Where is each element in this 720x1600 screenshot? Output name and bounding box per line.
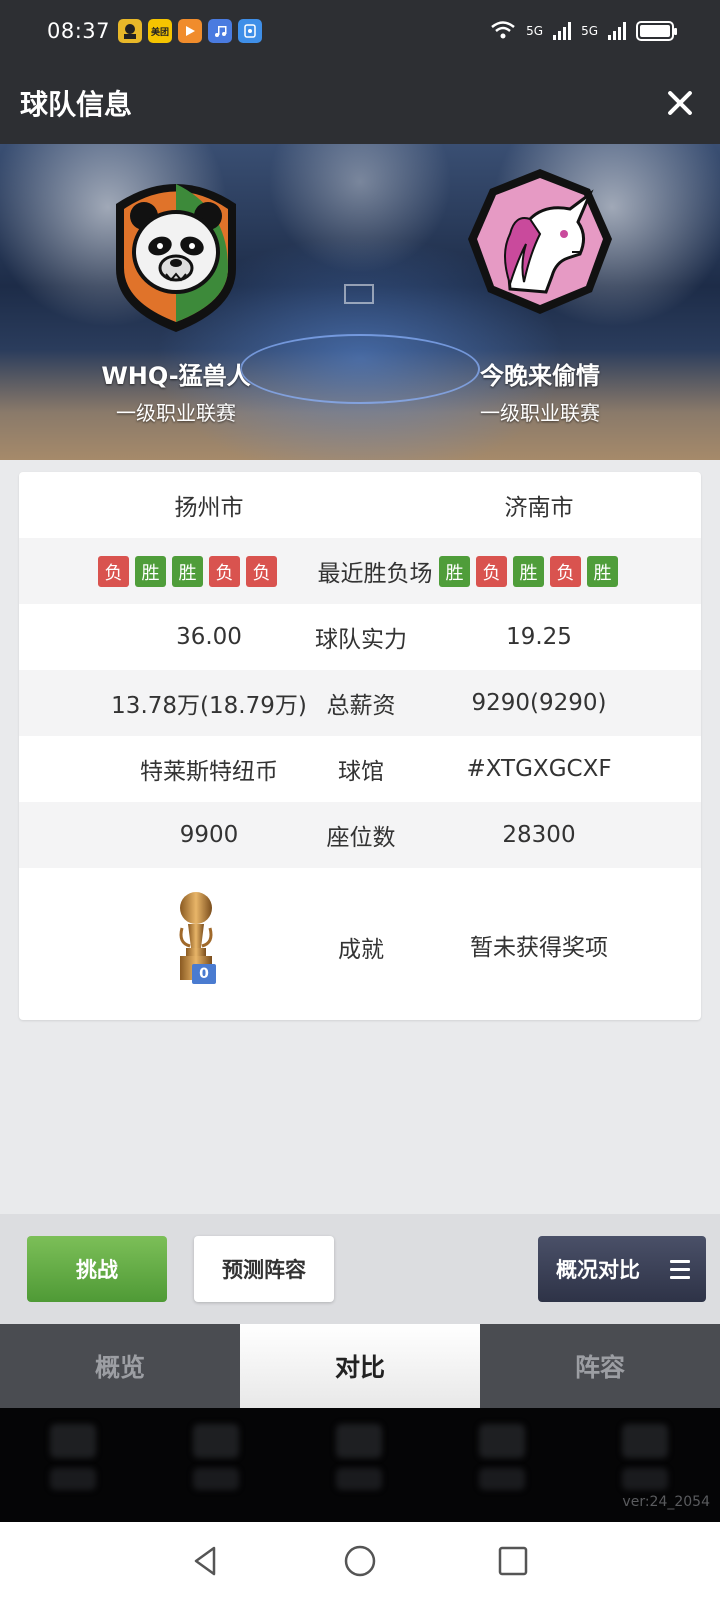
hoop-decoration xyxy=(344,284,374,304)
recent-results-label: 最近胜负场 xyxy=(317,561,433,587)
signal-icon xyxy=(553,22,572,40)
blurred-nav-icon[interactable] xyxy=(193,1424,239,1458)
close-icon[interactable] xyxy=(660,83,700,123)
wifi-icon xyxy=(490,20,516,43)
teams-banner: WHQ-猛兽人 一级职业联赛 今晚来偷情 一级职业联赛 xyxy=(0,144,720,460)
result-badge: 胜 xyxy=(439,556,470,587)
page-header: 球队信息 xyxy=(0,62,720,144)
arena-row: 特莱斯特纽币 球馆 #XTGXGCXF xyxy=(19,736,701,802)
left-recent-results: 负 胜 胜 负 负 xyxy=(98,556,277,587)
city-row: 扬州市 济南市 xyxy=(19,472,701,538)
tab-overview[interactable]: 概览 xyxy=(0,1324,240,1408)
blurred-nav-icon[interactable] xyxy=(479,1424,525,1458)
system-indicators: 5G 5G xyxy=(490,20,677,43)
overview-compare-label: 概况对比 xyxy=(556,1258,640,1282)
tab-compare[interactable]: 对比 xyxy=(240,1324,480,1408)
blurred-nav-label xyxy=(336,1468,382,1490)
left-city: 扬州市 xyxy=(174,495,244,521)
challenge-button[interactable]: 挑战 xyxy=(27,1236,167,1302)
right-arena: #XTGXGCXF xyxy=(466,756,612,782)
notification-icons: 美团 xyxy=(118,19,263,43)
play-icon xyxy=(178,19,203,43)
overview-compare-button[interactable]: 概况对比 xyxy=(538,1236,706,1302)
seats-row: 9900 座位数 28300 xyxy=(19,802,701,868)
signal-icon-2 xyxy=(608,22,626,40)
blurred-nav-label xyxy=(622,1468,668,1490)
recent-results-row: 负 胜 胜 负 负 最近胜负场 胜 负 胜 负 胜 xyxy=(19,538,701,604)
blurred-nav-icon[interactable] xyxy=(336,1424,382,1458)
right-salary: 9290(9290) xyxy=(471,690,607,716)
version-label: ver:24_2054 xyxy=(622,1494,710,1510)
right-strength: 19.25 xyxy=(506,624,572,650)
achievement-row: 0 成就 暂未获得奖项 xyxy=(19,868,701,1018)
page-title: 球队信息 xyxy=(20,88,133,121)
team-right: 今晚来偷情 一级职业联赛 xyxy=(410,164,670,426)
predict-lineup-button[interactable]: 预测阵容 xyxy=(194,1236,334,1302)
recents-icon[interactable] xyxy=(496,1544,530,1578)
home-icon[interactable] xyxy=(343,1544,377,1578)
right-city: 济南市 xyxy=(504,495,574,521)
strength-row: 36.00 球队实力 19.25 xyxy=(19,604,701,670)
team-left-league: 一级职业联赛 xyxy=(116,401,236,425)
clock: 08:37 xyxy=(47,19,111,43)
menu-icon xyxy=(670,1260,690,1284)
unicorn-logo-icon[interactable] xyxy=(460,164,620,334)
result-badge: 负 xyxy=(209,556,240,587)
result-badge: 负 xyxy=(98,556,129,587)
right-seats: 28300 xyxy=(502,822,576,848)
game-bottom-nav: ver:24_2054 xyxy=(0,1408,720,1522)
status-bar: 08:37 美团 5G 5G xyxy=(0,0,720,62)
result-badge: 胜 xyxy=(587,556,618,587)
salary-row: 13.78万(18.79万) 总薪资 9290(9290) xyxy=(19,670,701,736)
result-badge: 负 xyxy=(550,556,581,587)
team-right-name: 今晚来偷情 xyxy=(480,362,600,390)
avatar-app-icon xyxy=(118,19,143,43)
result-badge: 负 xyxy=(476,556,507,587)
system-nav-bar xyxy=(0,1522,720,1600)
comparison-card: 扬州市 济南市 负 胜 胜 负 负 最近胜负场 胜 负 胜 负 胜 36.00 … xyxy=(19,472,701,1020)
tab-lineup[interactable]: 阵容 xyxy=(480,1324,720,1408)
team-left: WHQ-猛兽人 一级职业联赛 xyxy=(46,164,306,426)
result-badge: 胜 xyxy=(513,556,544,587)
result-badge: 胜 xyxy=(172,556,203,587)
team-right-league: 一级职业联赛 xyxy=(480,401,600,425)
result-badge: 胜 xyxy=(135,556,166,587)
right-achievement: 暂未获得奖项 xyxy=(470,935,608,961)
blurred-nav-icon[interactable] xyxy=(622,1424,668,1458)
meituan-icon: 美团 xyxy=(148,19,173,43)
back-icon[interactable] xyxy=(188,1544,222,1578)
battery-icon xyxy=(636,21,677,41)
phone-manager-icon xyxy=(238,19,263,43)
result-badge: 负 xyxy=(246,556,277,587)
right-recent-results: 胜 负 胜 负 胜 xyxy=(439,556,618,587)
trophy-icon[interactable]: 0 xyxy=(168,888,228,988)
network-label-1: 5G xyxy=(526,24,544,38)
tab-bar: 概览 对比 阵容 xyxy=(0,1324,720,1408)
network-label-2: 5G xyxy=(581,24,598,38)
panda-logo-icon[interactable] xyxy=(96,164,256,334)
blurred-nav-label xyxy=(193,1468,239,1490)
team-left-name: WHQ-猛兽人 xyxy=(101,362,251,390)
blurred-nav-label xyxy=(479,1468,525,1490)
action-bar: 挑战 预测阵容 概况对比 xyxy=(0,1214,720,1324)
blurred-nav-label xyxy=(50,1468,96,1490)
blurred-nav-icon[interactable] xyxy=(50,1424,96,1458)
music-icon xyxy=(208,19,233,43)
trophy-count: 0 xyxy=(192,964,216,984)
